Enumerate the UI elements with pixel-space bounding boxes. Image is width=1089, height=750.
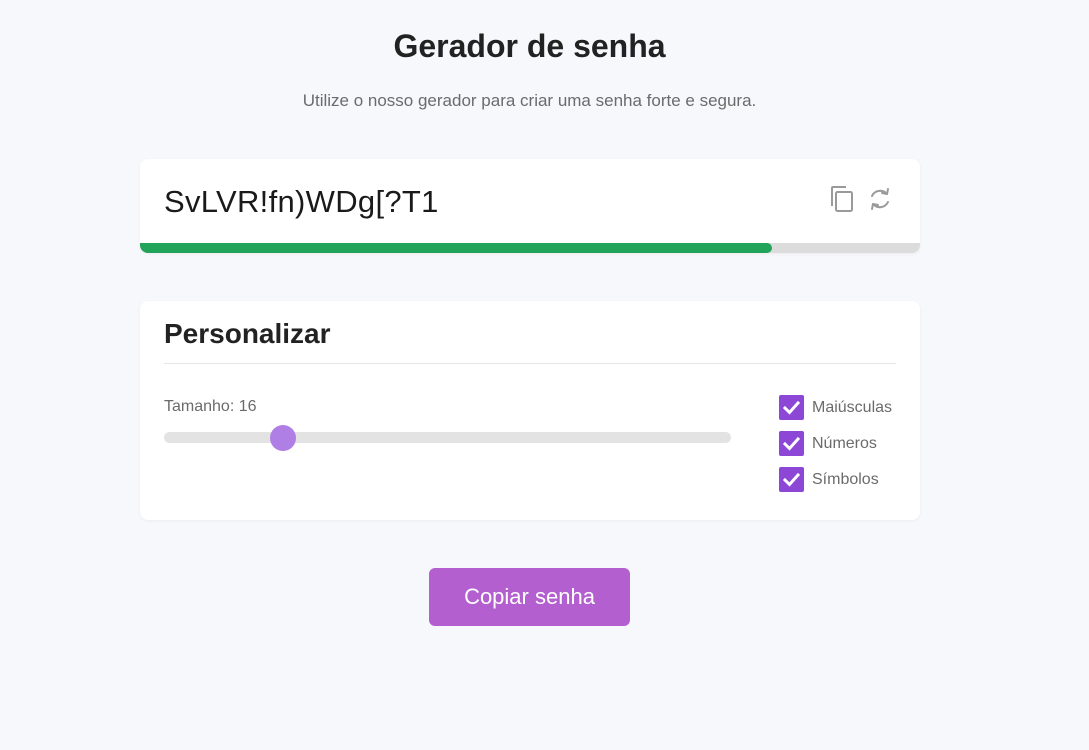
options-list: Maiúsculas Números Símbolos bbox=[779, 395, 892, 503]
refresh-icon[interactable] bbox=[866, 184, 894, 214]
option-numbers[interactable]: Números bbox=[779, 431, 892, 456]
uppercase-label: Maiúsculas bbox=[812, 398, 893, 416]
symbols-label: Símbolos bbox=[812, 470, 879, 488]
copy-password-button[interactable]: Copiar senha bbox=[429, 568, 630, 626]
password-display: SvLVR!fn)WDg[?T1 bbox=[164, 184, 439, 219]
customize-title: Personalizar bbox=[164, 318, 331, 349]
page-subtitle: Utilize o nosso gerador para criar uma s… bbox=[302, 91, 757, 110]
divider bbox=[164, 363, 896, 364]
uppercase-checkbox[interactable] bbox=[779, 395, 804, 420]
length-label: Tamanho: 16 bbox=[164, 398, 257, 415]
strength-meter bbox=[140, 243, 920, 253]
check-icon bbox=[783, 472, 800, 487]
option-symbols[interactable]: Símbolos bbox=[779, 467, 892, 492]
password-actions bbox=[828, 184, 894, 214]
check-icon bbox=[783, 400, 800, 415]
password-card: SvLVR!fn)WDg[?T1 bbox=[140, 159, 920, 253]
customize-panel: Personalizar Tamanho: 16 Maiúsculas Núme… bbox=[140, 301, 920, 520]
copy-icon[interactable] bbox=[828, 184, 856, 214]
symbols-checkbox[interactable] bbox=[779, 467, 804, 492]
strength-meter-fill bbox=[140, 243, 772, 253]
numbers-label: Números bbox=[812, 434, 877, 452]
check-icon bbox=[783, 436, 800, 451]
option-uppercase[interactable]: Maiúsculas bbox=[779, 395, 892, 420]
numbers-checkbox[interactable] bbox=[779, 431, 804, 456]
page-title: Gerador de senha bbox=[393, 28, 666, 64]
length-slider-thumb[interactable] bbox=[270, 425, 297, 451]
length-slider[interactable] bbox=[164, 432, 731, 443]
